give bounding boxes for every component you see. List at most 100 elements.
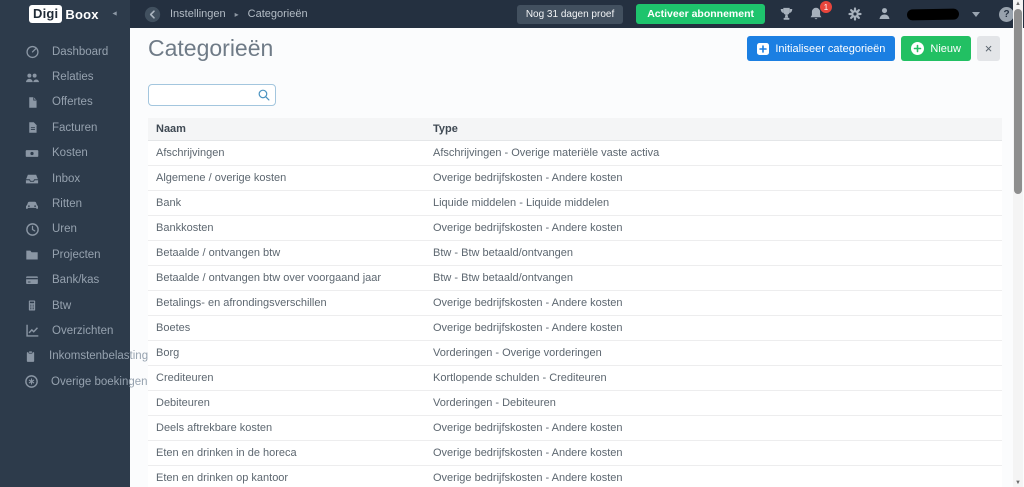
breadcrumb-categorieen[interactable]: Categorieën [248,8,308,20]
activate-subscription-button[interactable]: Activeer abonnement [636,4,765,24]
sidebar-item-label: Overzichten [52,324,114,337]
brand-logo[interactable]: Digi Boox ◄ [0,0,130,28]
table-row[interactable]: Betaalde / ontvangen btw Btw - Btw betaal… [148,241,1002,266]
sidebar-menu: Dashboard Relaties Offertes Facturen Kosten I… [0,28,148,394]
table-row[interactable]: Borg Vorderingen - Overige vorderingen [148,341,1002,366]
sidebar-item-projecten[interactable]: Projecten [0,242,130,267]
topbar: Instellingen ▸ Categorieën Nog 31 dagen … [130,0,1024,28]
table-row[interactable]: Betaalde / ontvangen btw over voorgaand … [148,266,1002,291]
cell-type: Vorderingen - Debiteuren [433,397,556,409]
cell-type: Vorderingen - Overige vorderingen [433,347,602,359]
new-button[interactable]: Nieuw [901,36,971,61]
sidebar-item-label: Bank/kas [52,274,100,287]
search-input[interactable] [148,84,276,106]
cell-naam: Algemene / overige kosten [156,172,287,184]
table-row[interactable]: Bankkosten Overige bedrijfskosten - Ander… [148,216,1002,241]
table-row[interactable]: Deels aftrekbare kosten Overige bedrijfsk… [148,416,1002,441]
scrollbar-thumb[interactable] [1014,9,1022,194]
table-row[interactable]: Eten en drinken in de horeca Overige bedr… [148,441,1002,466]
document-icon [24,94,40,110]
cell-type: Liquide middelen - Liquide middelen [433,197,610,209]
sidebar-item-label: Offertes [52,96,93,109]
folder-icon [24,247,40,263]
sidebar-item-relaties[interactable]: Relaties [0,64,130,89]
account-name-redacted[interactable] [906,8,960,20]
sidebar: Digi Boox ◄ Dashboard Relaties Offertes Fac… [0,0,148,487]
cell-type: Btw - Btw betaald/ontvangen [433,247,574,259]
back-circle-icon[interactable] [144,6,161,23]
breadcrumb-instellingen[interactable]: Instellingen [170,8,226,20]
sidebar-item-kosten[interactable]: Kosten [0,141,130,166]
app-window: Digi Boox ◄ Dashboard Relaties Offertes Fac… [0,0,1024,487]
cell-type: Overige bedrijfskosten - Andere kosten [433,472,623,484]
trial-days-badge: Nog 31 dagen proef [516,4,624,24]
help-icon[interactable]: ? [999,6,1014,22]
cell-naam: Borg [156,347,180,359]
table-row[interactable]: Boetes Overige bedrijfskosten - Andere ko… [148,316,1002,341]
table-row[interactable]: Bank Liquide middelen - Liquide middelen [148,191,1002,216]
sidebar-item-facturen[interactable]: Facturen [0,115,130,140]
table-row[interactable]: Debiteuren Vorderingen - Debiteuren [148,391,1002,416]
gauge-icon [24,44,40,60]
sidebar-item-btw[interactable]: Btw [0,293,130,318]
column-header-naam: Naam [156,123,186,135]
sidebar-item-label: Uren [52,223,77,236]
sidebar-item-label: Ritten [52,198,83,211]
main-content: Categorieën Initialiseer categorieën Nie… [130,28,1024,487]
cell-naam: Boetes [156,322,191,334]
cell-naam: Eten en drinken in de horeca [156,447,297,459]
clock-icon [24,221,40,237]
scrollbar-up-icon[interactable]: ▲ [1013,0,1023,8]
cell-naam: Bank [156,197,182,209]
table-row[interactable]: Betalings- en afrondingsverschillen Overi… [148,291,1002,316]
sidebar-item-uren[interactable]: Uren [0,217,130,242]
trophy-icon[interactable] [778,6,795,23]
sidebar-item-label: Inbox [52,172,81,185]
table-row[interactable]: Crediteuren Kortlopende schulden - Credit… [148,366,1002,391]
vertical-scrollbar[interactable]: ▲ ▼ [1013,0,1023,487]
sidebar-item-label: Btw [52,299,72,312]
sidebar-item-label: Kosten [52,147,88,160]
cell-naam: Eten en drinken op kantoor [156,472,289,484]
table-row[interactable]: Algemene / overige kosten Overige bedrijf… [148,166,1002,191]
table-row[interactable]: Afschrijvingen Afschrijvingen - Overige m… [148,141,1002,166]
scrollbar-down-icon[interactable]: ▼ [1013,479,1023,487]
brand-logo-boox: Boox [65,6,99,22]
search [148,84,276,106]
initialize-categories-button[interactable]: Initialiseer categorieën [747,36,896,61]
column-header-type: Type [433,123,458,135]
sidebar-item-label: Inkomstenbelasting [49,350,149,363]
cell-naam: Crediteuren [156,372,214,384]
sidebar-item-overige-boekingen[interactable]: Overige boekingen [0,369,148,394]
plus-square-icon [757,42,770,55]
clipboard-icon [24,348,37,364]
bank-card-icon [24,272,40,288]
sidebar-item-label: Dashboard [52,45,109,58]
sidebar-item-inkomstenbelasting[interactable]: Inkomstenbelasting [0,344,148,369]
breadcrumb-separator-icon: ▸ [234,9,239,19]
notification-count-badge[interactable]: 1 [820,1,832,13]
sidebar-collapse-icon[interactable]: ◄ [111,11,118,18]
categories-table: Naam Type Afschrijvingen Afschrijvingen -… [148,118,1002,487]
sidebar-item-overzichten[interactable]: Overzichten [0,318,130,343]
sidebar-item-inbox[interactable]: Inbox [0,166,130,191]
cell-naam: Debiteuren [156,397,210,409]
caret-down-icon[interactable] [972,11,980,17]
cell-type: Overige bedrijfskosten - Andere kosten [433,297,623,309]
brand-logo-digi: Digi [29,5,63,23]
user-icon[interactable] [877,6,894,23]
sidebar-item-label: Facturen [52,121,98,134]
sidebar-item-offertes[interactable]: Offertes [0,90,130,115]
gear-icon[interactable] [847,6,864,23]
sidebar-item-dashboard[interactable]: Dashboard [0,39,130,64]
chart-icon [24,323,40,339]
cell-naam: Betaalde / ontvangen btw over voorgaand … [156,272,382,284]
close-button[interactable]: × [977,36,1000,61]
sidebar-item-bank-kas[interactable]: Bank/kas [0,268,130,293]
users-icon [24,69,40,85]
cell-naam: Betalings- en afrondingsverschillen [156,297,327,309]
cell-naam: Bankkosten [156,222,214,234]
calculator-icon [24,298,40,314]
table-row[interactable]: Eten en drinken op kantoor Overige bedrij… [148,466,1002,487]
sidebar-item-ritten[interactable]: Ritten [0,191,130,216]
